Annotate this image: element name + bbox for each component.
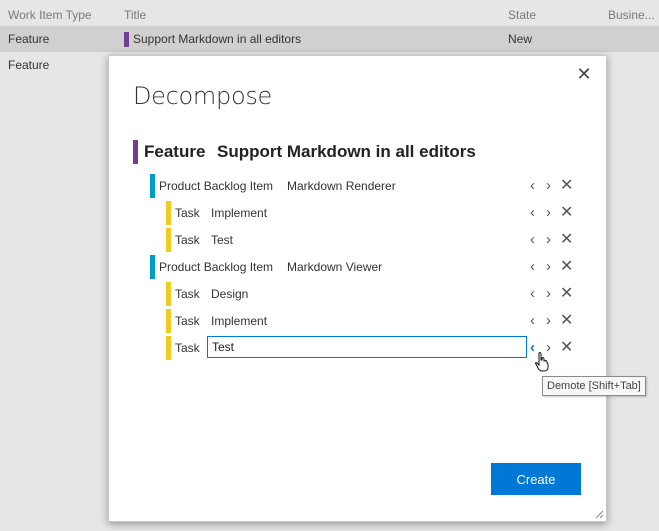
tree-row-pbi: Product Backlog Item Markdown Renderer ‹… xyxy=(150,174,620,198)
remove-icon[interactable]: ✕ xyxy=(560,177,573,195)
grid-row[interactable]: Feature Support Markdown in all editors … xyxy=(0,26,659,52)
remove-icon[interactable]: ✕ xyxy=(560,285,573,303)
tree-row-task: Task Test ‹ › ✕ xyxy=(166,228,636,252)
item-title[interactable]: Test xyxy=(211,233,233,247)
chevron-right-icon[interactable]: › xyxy=(546,258,551,276)
chevron-left-icon[interactable]: ‹ xyxy=(530,285,535,303)
task-color-bar xyxy=(166,336,171,360)
item-type: Product Backlog Item xyxy=(159,260,274,274)
remove-icon[interactable]: ✕ xyxy=(560,204,573,222)
item-type: Task xyxy=(175,314,200,328)
root-title: Support Markdown in all editors xyxy=(217,142,476,161)
item-title[interactable]: Markdown Renderer xyxy=(287,179,396,193)
pbi-color-bar xyxy=(150,255,155,279)
item-type: Task xyxy=(175,206,200,220)
chevron-left-icon[interactable]: ‹ xyxy=(530,231,535,249)
chevron-left-icon[interactable]: ‹ xyxy=(530,177,535,195)
column-header-business[interactable]: Busine... xyxy=(608,8,655,22)
task-color-bar xyxy=(166,309,171,333)
remove-icon[interactable]: ✕ xyxy=(560,339,573,357)
grid-cell-title: Support Markdown in all editors xyxy=(124,32,301,48)
task-color-bar xyxy=(166,201,171,225)
grid-cell-state: New xyxy=(508,32,533,46)
item-title[interactable]: Design xyxy=(211,287,248,301)
root-type: Feature xyxy=(144,142,206,161)
create-button[interactable]: Create xyxy=(491,463,581,495)
hand-cursor-icon xyxy=(535,352,549,372)
chevron-right-icon[interactable]: › xyxy=(546,204,551,222)
resize-grip-icon[interactable] xyxy=(594,509,604,519)
task-color-bar xyxy=(166,282,171,306)
tree-row-pbi: Product Backlog Item Markdown Viewer ‹ ›… xyxy=(150,255,620,279)
column-header-state[interactable]: State xyxy=(508,8,536,22)
grid-header: Work Item Type Title State Busine... xyxy=(0,0,659,26)
remove-icon[interactable]: ✕ xyxy=(560,231,573,249)
item-type: Task xyxy=(175,287,200,301)
chevron-right-icon[interactable]: › xyxy=(546,177,551,195)
item-title[interactable]: Implement xyxy=(211,314,267,328)
chevron-left-icon[interactable]: ‹ xyxy=(530,204,535,222)
grid-cell-type: Feature xyxy=(8,58,50,72)
column-header-title[interactable]: Title xyxy=(124,8,146,22)
remove-icon[interactable]: ✕ xyxy=(560,258,573,276)
remove-icon[interactable]: ✕ xyxy=(560,312,573,330)
grid-cell-type: Feature xyxy=(8,32,50,46)
item-title[interactable]: Markdown Viewer xyxy=(287,260,382,274)
task-color-bar xyxy=(166,228,171,252)
tree-row-task: Task Implement ‹ › ✕ xyxy=(166,201,636,225)
feature-color-bar xyxy=(133,140,138,164)
item-title[interactable]: Implement xyxy=(211,206,267,220)
feature-color-bar xyxy=(124,32,129,48)
pbi-color-bar xyxy=(150,174,155,198)
item-type: Product Backlog Item xyxy=(159,179,274,193)
chevron-left-icon[interactable]: ‹ xyxy=(530,312,535,330)
chevron-right-icon[interactable]: › xyxy=(546,285,551,303)
chevron-right-icon[interactable]: › xyxy=(546,312,551,330)
decompose-dialog: ✕ Decompose Feature Support Markdown in … xyxy=(108,55,646,522)
tree-row-task: Task Implement ‹ › ✕ xyxy=(166,309,636,333)
chevron-right-icon[interactable]: › xyxy=(546,231,551,249)
item-title-input[interactable] xyxy=(207,336,527,358)
column-header-work-item-type[interactable]: Work Item Type xyxy=(8,8,92,22)
close-icon[interactable]: ✕ xyxy=(576,65,592,83)
tree-row-task: Task Design ‹ › ✕ xyxy=(166,282,636,306)
tooltip: Demote [Shift+Tab] xyxy=(542,376,646,396)
item-type: Task xyxy=(175,233,200,247)
tree-row-task-editing: Task ‹ › ✕ xyxy=(166,336,636,360)
chevron-left-icon[interactable]: ‹ xyxy=(530,258,535,276)
dialog-title: Decompose xyxy=(133,82,272,110)
item-type: Task xyxy=(175,341,200,355)
